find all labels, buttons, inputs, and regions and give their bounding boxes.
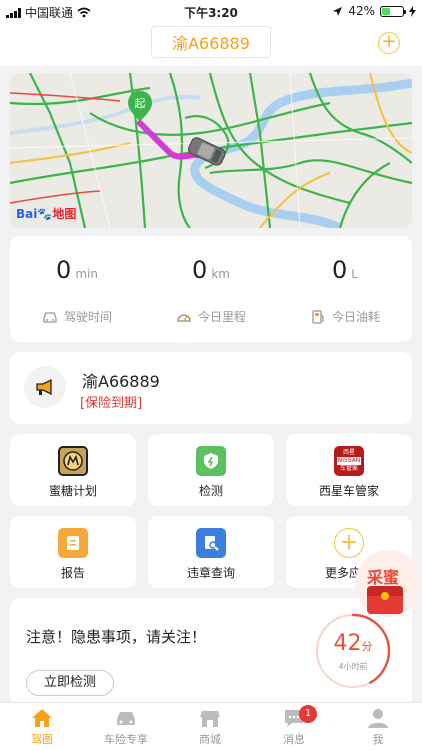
grid-item-nissan-manager[interactable]: 西星 NISSAN 车管家 西星车管家 xyxy=(286,434,412,506)
status-bar: 中国联通 下午3:20 42% xyxy=(0,0,422,22)
grid-item-label: 违章查询 xyxy=(186,566,235,580)
grid-item-label: 报告 xyxy=(60,566,85,580)
tab-car-insurance[interactable]: 车险专享 xyxy=(84,707,168,747)
vehicle-plate-selector[interactable]: 渝A66889 xyxy=(151,26,271,58)
float-label: 采蜜 xyxy=(367,568,400,587)
health-score-gauge[interactable]: 42分 4小时前 xyxy=(313,611,393,691)
insurance-expired-badge: [保险到期] xyxy=(80,396,143,411)
driving-stats-card: 0 min 0 km 0L 驾驶时间 今日里程 今日油耗 xyxy=(10,236,412,342)
car-insurance-icon xyxy=(117,712,135,725)
grid-item-label: 西星车管家 xyxy=(318,484,379,498)
mileage-label: 今日里程 xyxy=(144,308,278,325)
map-view[interactable]: 起 Bai🐾地图 xyxy=(10,73,412,228)
user-icon xyxy=(368,709,388,728)
grid-item-violation-search[interactable]: 违章查询 xyxy=(148,516,274,588)
red-envelope-icon xyxy=(367,586,403,614)
grid-item-honey-plan[interactable]: 蜜糖计划 xyxy=(10,434,136,506)
honey-collect-float-button[interactable]: 采蜜 xyxy=(355,550,422,620)
baidu-map-logo: Bai🐾地图 xyxy=(16,207,77,221)
hazard-notice-card: 注意！隐患事项，请关注！ 立即检测 42分 4小时前 xyxy=(10,598,412,708)
add-icon[interactable]: + xyxy=(378,32,400,54)
fuel-icon xyxy=(312,309,324,324)
violation-search-icon xyxy=(196,528,226,558)
health-score-time: 4小时前 xyxy=(338,662,368,671)
battery-percent: 42% xyxy=(348,4,375,18)
tab-bar: 驾图 车险专享 商城 消息 1 我 xyxy=(0,702,422,750)
car-icon xyxy=(43,311,57,323)
svg-text:起: 起 xyxy=(135,97,146,110)
megaphone-icon xyxy=(24,366,66,408)
vehicle-card[interactable]: 渝A66889 [保险到期] xyxy=(10,352,412,424)
hazard-notice-text: 注意！隐患事项，请关注！ xyxy=(26,628,207,646)
mileage-value: 0 km xyxy=(192,256,230,284)
honey-plan-icon xyxy=(58,446,88,476)
shop-icon xyxy=(200,711,220,727)
vehicle-plate: 渝A66889 xyxy=(82,372,160,391)
fuel-label: 今日油耗 xyxy=(278,308,412,325)
health-score-value: 42分 xyxy=(333,631,373,656)
grid-item-inspection[interactable]: 检测 xyxy=(148,434,274,506)
fuel-value: 0L xyxy=(332,256,358,284)
speedometer-icon xyxy=(177,313,191,322)
nissan-logo-icon: 西星 NISSAN 车管家 xyxy=(334,446,364,476)
inspect-now-button[interactable]: 立即检测 xyxy=(26,670,114,696)
grid-item-label: 蜜糖计划 xyxy=(48,484,97,498)
shield-check-icon xyxy=(196,446,226,476)
message-badge: 1 xyxy=(299,705,317,723)
drive-time-label: 驾驶时间 xyxy=(10,308,144,325)
tab-home[interactable]: 驾图 xyxy=(0,707,84,747)
location-arrow-icon xyxy=(333,6,343,16)
tab-messages[interactable]: 消息 1 xyxy=(252,705,336,747)
tab-me[interactable]: 我 xyxy=(336,707,420,747)
report-icon xyxy=(58,528,88,558)
battery-icon xyxy=(380,5,406,17)
charging-icon xyxy=(409,5,416,17)
header: 渝A66889 + xyxy=(0,22,422,66)
tab-shop[interactable]: 商城 xyxy=(168,707,252,747)
home-icon xyxy=(32,709,52,727)
grid-item-report[interactable]: 报告 xyxy=(10,516,136,588)
drive-time-value: 0 min xyxy=(56,256,98,284)
grid-item-label: 检测 xyxy=(198,484,223,498)
